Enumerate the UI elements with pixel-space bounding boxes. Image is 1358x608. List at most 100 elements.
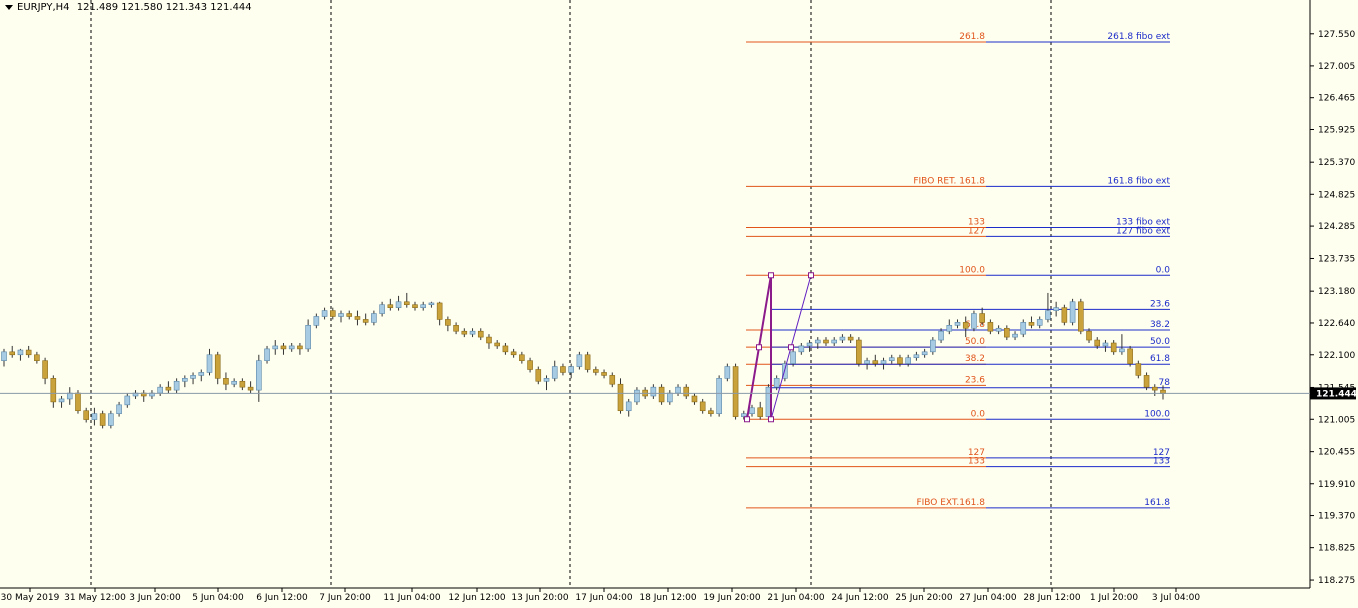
price-chart[interactable]: 261.8 FIBO RET. 161.8 133 127 100.0 61.8 50.0 3… [0, 0, 1358, 608]
bull-candle-body [338, 313, 344, 317]
bull-candle-body [66, 392, 73, 400]
candle [436, 301, 443, 326]
bear-candle-body [239, 380, 246, 388]
candle [593, 366, 599, 376]
bear-candle-body [1127, 348, 1133, 364]
candle [1127, 345, 1133, 367]
candle [995, 325, 1002, 335]
candle [954, 319, 961, 329]
candle [1135, 360, 1142, 379]
candle [732, 363, 739, 420]
bull-candle-body [864, 360, 870, 364]
candle [362, 313, 369, 326]
fibo-ret-level-label: FIBO RET. 161.8 [913, 176, 985, 186]
bull-candle-body [773, 378, 780, 388]
price-tick-label: 122.640 [1318, 319, 1355, 329]
candle [149, 390, 155, 399]
bear-candle-body [683, 386, 690, 397]
bull-candle-body [91, 413, 98, 420]
symbol-label: EURJPY,H4 [17, 2, 70, 13]
bull-candle-body [798, 345, 805, 353]
time-tick-label: 18 Jun 12:00 [639, 593, 696, 603]
time-tick-label: 25 Jun 20:00 [895, 593, 952, 603]
candle [527, 357, 533, 373]
time-tick-label: 21 Jun 04:00 [767, 593, 824, 603]
bear-candle-body [297, 345, 303, 350]
fibo-ext-level-label: 261.8 fibo ext [1107, 32, 1170, 42]
bear-candle-body [962, 322, 969, 329]
candle [601, 369, 607, 379]
current-price-label: 121.444 [1316, 389, 1357, 399]
time-tick-label: 3 Jul 04:00 [1152, 593, 1201, 603]
candle [584, 351, 591, 373]
candle [132, 390, 139, 399]
bear-candle-body [510, 351, 517, 356]
trend-anchor-point [756, 344, 762, 351]
bull-candle-body [256, 360, 262, 391]
bull-candle-body [1, 351, 7, 361]
candle [486, 334, 492, 349]
bear-candle-body [856, 339, 862, 364]
candle [288, 342, 295, 352]
candle [25, 345, 32, 358]
candle [469, 328, 476, 338]
candle [905, 354, 911, 367]
candle [50, 375, 57, 408]
candle [280, 342, 287, 355]
bear-candle-body [847, 336, 854, 341]
candle [576, 351, 583, 370]
candle [1143, 372, 1150, 391]
time-tick-label: 5 Jun 04:00 [192, 593, 244, 603]
candle [560, 363, 566, 376]
price-tick-label: 119.370 [1318, 512, 1355, 522]
candle [502, 342, 509, 355]
candle [1061, 304, 1068, 326]
price-tick-label: 119.910 [1318, 480, 1355, 490]
bull-candle-body [182, 378, 188, 382]
bear-candle-body [823, 339, 829, 344]
candle [1110, 340, 1117, 355]
candle [34, 351, 40, 364]
candle [790, 348, 796, 367]
candle [650, 384, 657, 399]
candle [494, 340, 500, 349]
candle [420, 301, 427, 311]
bull-candle-body [831, 339, 838, 344]
bull-candle-body [1045, 310, 1051, 320]
candle [379, 301, 385, 317]
candle [453, 322, 459, 335]
candle [1036, 316, 1043, 329]
candle [1004, 325, 1010, 341]
bear-candle-body [486, 336, 492, 344]
symbol-menu-icon[interactable] [5, 4, 13, 10]
candle [1053, 301, 1059, 317]
bear-candle-body [527, 360, 533, 370]
bear-candle-body [593, 369, 599, 373]
bear-candle-body [1151, 386, 1158, 391]
bull-candle-body [1102, 342, 1109, 347]
candle [256, 354, 262, 402]
candle [888, 354, 895, 364]
bull-candle-body [379, 304, 385, 314]
fibonacci-levels[interactable]: 261.8 FIBO RET. 161.8 133 127 100.0 61.8 50.0 3… [746, 32, 1170, 509]
candle [691, 393, 698, 405]
bull-candle-body [921, 351, 928, 356]
fibo-ret-level-label: 261.8 [959, 32, 985, 42]
bear-candle-body [1004, 327, 1010, 338]
bull-candle-body [930, 339, 936, 353]
candle [543, 375, 550, 391]
bear-candle-body [387, 304, 394, 308]
candle [1078, 298, 1084, 335]
price-tick-label: 126.465 [1318, 94, 1355, 104]
bull-candle-body [806, 342, 813, 347]
candle [305, 319, 311, 352]
fibo-ext-level-label: 161.8 [1144, 498, 1170, 508]
price-tick-label: 121.005 [1318, 415, 1355, 425]
candle [173, 378, 180, 394]
candle [329, 307, 336, 320]
bear-candle-body [362, 319, 369, 323]
bull-candle-body [740, 413, 747, 417]
candle [371, 310, 377, 326]
period-separators [90, 0, 1052, 588]
fibo-ret-level-label: 50.0 [965, 337, 985, 347]
